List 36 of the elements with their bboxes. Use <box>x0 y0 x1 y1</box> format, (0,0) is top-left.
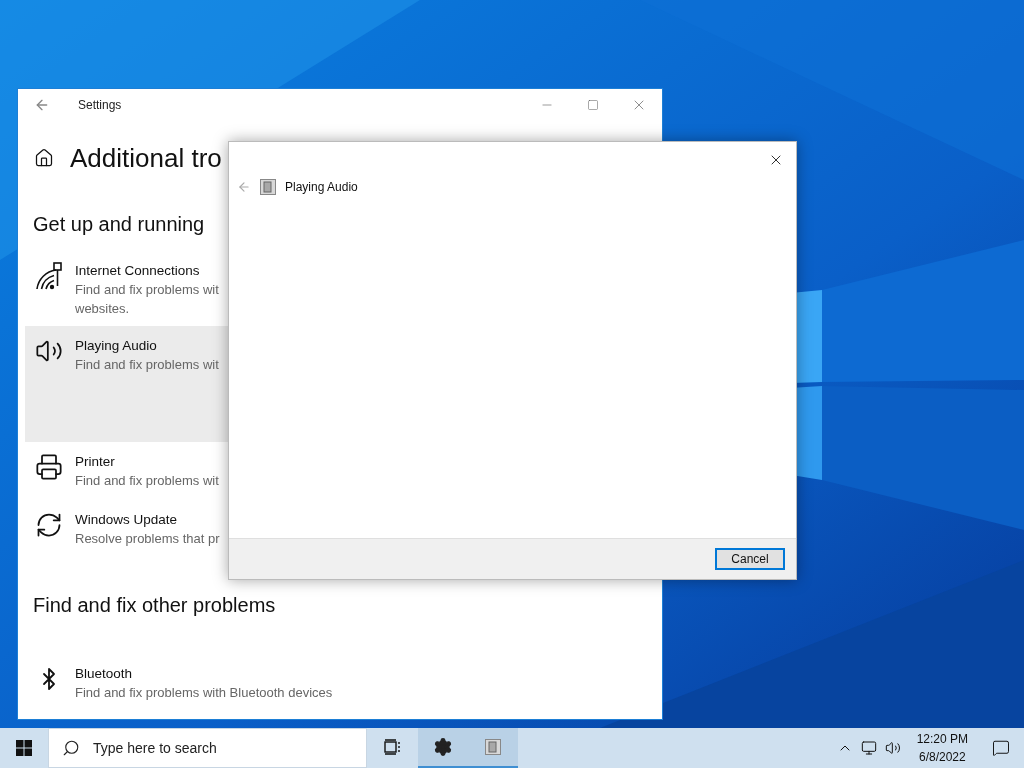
search-icon <box>62 739 80 757</box>
clock[interactable]: 12:20 PM 6/8/2022 <box>904 730 978 766</box>
item-description: Find and fix problems wit <box>75 472 219 490</box>
windows-logo-icon <box>16 740 32 756</box>
refresh-icon <box>35 511 63 539</box>
troubleshooter-item[interactable]: Bluetooth Find and fix problems with Bluetooth devices <box>25 654 655 712</box>
item-title: Printer <box>75 453 116 471</box>
speaker-icon <box>884 740 901 756</box>
window-title: Settings <box>78 98 122 112</box>
section-heading: Find and fix other problems <box>33 594 276 617</box>
home-icon[interactable] <box>34 148 54 168</box>
wifi-plug-icon <box>34 261 64 291</box>
dialog-title: Playing Audio <box>285 180 358 194</box>
item-description: Find and fix problems with Bluetooth devices <box>75 684 333 702</box>
item-title: Bluetooth <box>75 665 134 683</box>
printer-icon <box>35 453 63 481</box>
item-description: Find and fix problems wit <box>75 356 219 374</box>
task-view-icon <box>384 739 402 755</box>
item-title: Internet Connections <box>75 262 201 280</box>
item-title: Playing Audio <box>75 337 158 355</box>
troubleshooter-icon <box>260 179 276 195</box>
page-heading: Additional tro <box>70 142 222 174</box>
taskbar-app-button[interactable] <box>418 728 468 768</box>
item-description: websites. <box>75 300 131 318</box>
speech-bubble-icon <box>992 739 1010 757</box>
maximize-icon <box>587 99 599 111</box>
cancel-button[interactable]: Cancel <box>715 548 785 570</box>
monitor-icon <box>860 740 877 756</box>
troubleshooter-icon <box>485 739 501 755</box>
item-title: Windows Update <box>75 511 179 529</box>
item-description: Find and fix problems wit <box>75 281 219 299</box>
back-icon[interactable] <box>34 97 50 113</box>
item-description: Resolve problems that pr <box>75 530 220 548</box>
section-heading: Get up and running <box>33 213 205 236</box>
search-field[interactable]: Type here to search <box>48 728 367 768</box>
gear-icon <box>433 737 453 757</box>
